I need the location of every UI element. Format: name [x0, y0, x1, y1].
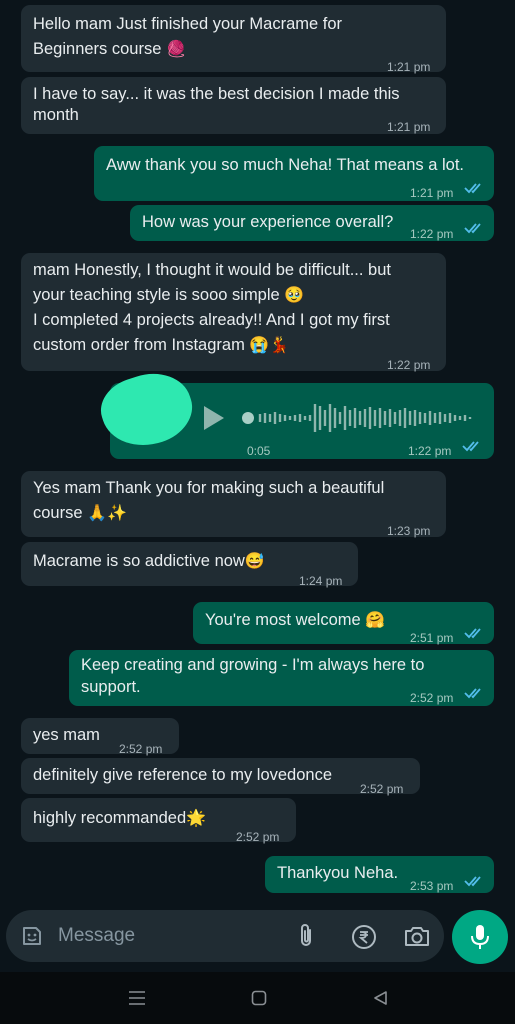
glowing-star-emoji: 🌟: [186, 809, 207, 827]
read-ticks-icon: [464, 876, 481, 887]
mic-button[interactable]: [452, 910, 508, 964]
message-time: 2:51 pm: [410, 631, 454, 645]
message-text: Keep creating and growing - I'm always h…: [81, 656, 425, 696]
message-time: 1:21 pm: [410, 186, 454, 200]
voice-duration: 0:05: [247, 444, 271, 458]
message-bubble-incoming[interactable]: Yes mam Thank you for making such a beau…: [21, 471, 446, 538]
message-time: 1:23 pm: [387, 524, 431, 538]
message-time: 2:52 pm: [236, 830, 280, 844]
play-icon[interactable]: [202, 405, 226, 431]
message-bubble-incoming[interactable]: Hello mam Just finished your Macrame for…: [21, 5, 446, 74]
rupee-icon[interactable]: [351, 924, 377, 950]
message-time: 1:22 pm: [387, 358, 431, 372]
message-bubble-incoming[interactable]: mam Honestly, I thought it would be diff…: [21, 253, 446, 372]
message-text: How was your experience overall?: [142, 213, 394, 231]
message-bubble-outgoing[interactable]: You're most welcome 🤗 2:51 pm: [193, 602, 494, 645]
read-ticks-icon: [464, 688, 481, 699]
message-text: Thankyou Neha.: [277, 864, 399, 882]
message-composer[interactable]: Message: [6, 910, 444, 962]
pray-sparkles-emoji: 🙏✨: [87, 504, 127, 522]
nav-home-icon[interactable]: [251, 990, 267, 1006]
message-bubble-outgoing[interactable]: How was your experience overall? 1:22 pm: [130, 205, 494, 241]
chat-area[interactable]: Hello mam Just finished your Macrame for…: [0, 0, 515, 905]
message-text: Macrame is so addictive now😅: [33, 552, 265, 570]
message-bubble-incoming[interactable]: Macrame is so addictive now😅 1:24 pm: [21, 542, 358, 588]
redacted-avatar: [93, 362, 201, 458]
message-text: highly recommanded🌟: [33, 809, 207, 827]
voice-message-bubble[interactable]: 0:05 1:22 pm: [93, 362, 494, 459]
read-ticks-icon: [464, 628, 481, 639]
message-bubble-incoming[interactable]: yes mam 2:52 pm: [21, 718, 179, 756]
message-time: 1:24 pm: [299, 574, 343, 588]
message-bubble-outgoing[interactable]: Thankyou Neha. 2:53 pm: [265, 856, 494, 893]
read-ticks-icon: [462, 441, 479, 452]
read-ticks-icon: [464, 183, 481, 194]
message-time: 2:52 pm: [360, 782, 404, 796]
camera-icon[interactable]: [403, 924, 431, 948]
system-nav-bar: [0, 972, 515, 1024]
message-time: 2:52 pm: [410, 691, 454, 705]
message-text: definitely give reference to my lovedonc…: [33, 766, 332, 784]
message-bubble-outgoing[interactable]: Aww thank you so much Neha! That means a…: [94, 146, 494, 201]
pleading-face-emoji: 🥹: [284, 286, 305, 304]
read-ticks-icon: [464, 223, 481, 234]
sticker-icon[interactable]: [20, 924, 44, 948]
nav-menu-icon[interactable]: [128, 991, 146, 1005]
message-input[interactable]: Message: [58, 925, 135, 947]
grinning-sweat-emoji: 😅: [244, 552, 265, 570]
message-text: Hello mam Just finished your Macrame for…: [33, 15, 343, 58]
message-bubble-incoming[interactable]: highly recommanded🌟 2:52 pm: [21, 798, 296, 844]
message-time: 1:21 pm: [387, 120, 431, 134]
crying-dancer-emoji: 😭💃: [249, 336, 290, 354]
message-text: yes mam: [33, 726, 100, 744]
voice-waveform[interactable]: [238, 401, 476, 435]
message-text: Aww thank you so much Neha! That means a…: [106, 156, 464, 174]
message-bubble-outgoing[interactable]: Keep creating and growing - I'm always h…: [69, 650, 494, 706]
attach-icon[interactable]: [298, 923, 314, 949]
mic-icon: [471, 925, 489, 949]
yarn-emoji: 🧶: [166, 40, 186, 58]
message-text: mam Honestly, I thought it would be diff…: [33, 261, 391, 354]
hugging-emoji: 🤗: [365, 611, 386, 629]
message-bubble-incoming[interactable]: definitely give reference to my lovedonc…: [21, 758, 420, 796]
message-bubble-incoming[interactable]: I have to say... it was the best decisio…: [21, 77, 446, 134]
message-time: 1:22 pm: [408, 444, 452, 458]
message-text: Yes mam Thank you for making such a beau…: [33, 479, 385, 522]
nav-back-icon[interactable]: [372, 990, 388, 1006]
message-time: 2:53 pm: [410, 879, 454, 893]
message-text: You're most welcome 🤗: [205, 611, 386, 629]
message-text: I have to say... it was the best decisio…: [33, 85, 400, 124]
message-time: 1:22 pm: [410, 227, 454, 241]
